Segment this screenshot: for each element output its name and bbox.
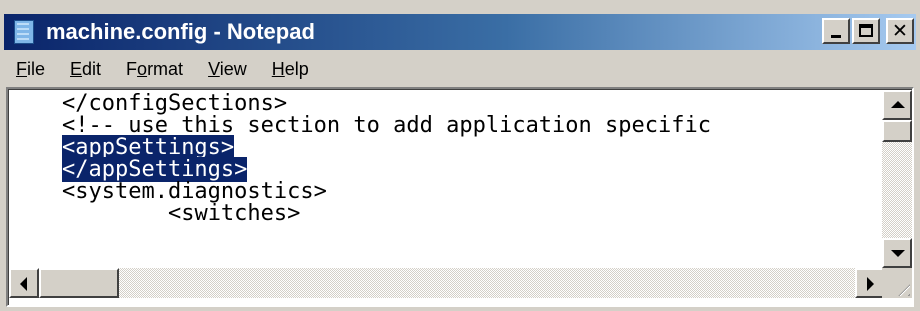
text-line-selected: </appSettings> bbox=[9, 157, 885, 182]
arrow-down-icon bbox=[891, 250, 905, 257]
menu-edit[interactable]: Edit bbox=[58, 59, 114, 80]
close-button[interactable]: ✕ bbox=[886, 18, 914, 44]
maximize-icon bbox=[859, 24, 873, 37]
scroll-right-button[interactable] bbox=[855, 268, 885, 298]
vertical-scroll-thumb[interactable] bbox=[882, 120, 912, 142]
menu-help[interactable]: Help bbox=[260, 59, 322, 80]
window-title: machine.config - Notepad bbox=[46, 19, 315, 44]
scroll-up-button[interactable] bbox=[882, 90, 912, 120]
text-line: <system.diagnostics> bbox=[61, 179, 327, 204]
notepad-window: machine.config - Notepad ✕ File Edit For… bbox=[0, 0, 920, 311]
text-content[interactable]: </configSections> <!-- use this section … bbox=[9, 90, 885, 271]
menu-format[interactable]: Format bbox=[114, 59, 196, 80]
vertical-scrollbar[interactable] bbox=[882, 90, 912, 268]
arrow-left-icon bbox=[20, 277, 27, 291]
minimize-icon bbox=[831, 35, 841, 38]
edit-area[interactable]: </configSections> <!-- use this section … bbox=[6, 87, 914, 307]
text-line: <switches> bbox=[167, 201, 301, 226]
title-bar[interactable]: machine.config - Notepad ✕ bbox=[4, 14, 916, 50]
caption-buttons: ✕ bbox=[822, 18, 914, 44]
arrow-up-icon bbox=[891, 101, 905, 108]
horizontal-scroll-thumb[interactable] bbox=[39, 268, 119, 298]
horizontal-scrollbar[interactable] bbox=[9, 268, 885, 298]
scroll-down-button[interactable] bbox=[882, 238, 912, 268]
text-line: <!-- use this section to add application… bbox=[61, 113, 711, 138]
size-grip-icon[interactable] bbox=[882, 268, 912, 298]
notepad-icon[interactable] bbox=[10, 18, 38, 46]
arrow-right-icon bbox=[867, 277, 874, 291]
maximize-button[interactable] bbox=[852, 18, 880, 44]
menu-bar: File Edit Format View Help bbox=[4, 54, 322, 84]
text-line-selected: <appSettings> bbox=[9, 135, 885, 160]
text-line: </configSections> bbox=[61, 91, 288, 116]
minimize-button[interactable] bbox=[822, 18, 850, 44]
menu-file[interactable]: File bbox=[4, 59, 58, 80]
close-icon: ✕ bbox=[892, 19, 908, 42]
scroll-left-button[interactable] bbox=[9, 268, 39, 298]
menu-view[interactable]: View bbox=[196, 59, 260, 80]
